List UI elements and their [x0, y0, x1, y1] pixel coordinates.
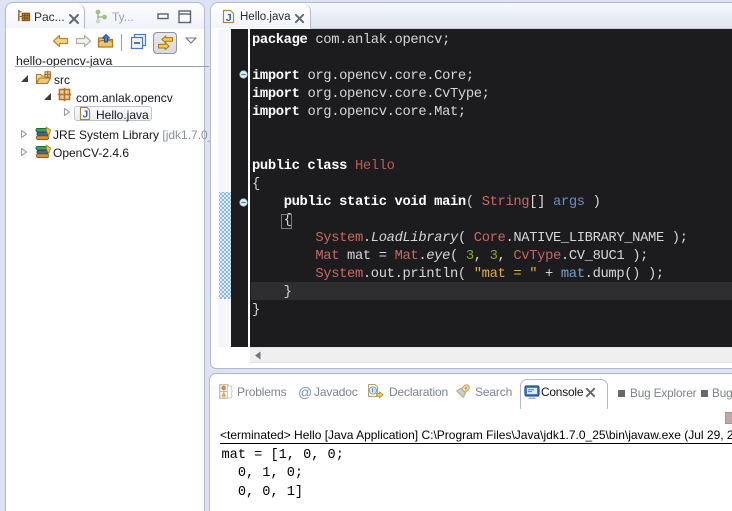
- svg-text:J: J: [82, 108, 88, 120]
- svg-text:J: J: [226, 12, 232, 24]
